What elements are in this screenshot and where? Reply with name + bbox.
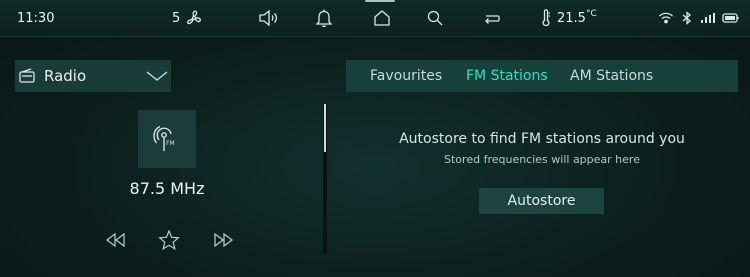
empty-state-subtitle: Stored frequencies will appear here — [444, 153, 640, 166]
clock: 11:30 — [17, 10, 55, 26]
battery-icon — [722, 12, 740, 24]
bluetooth-status — [681, 0, 693, 36]
band-artwork: FM — [138, 110, 196, 168]
home-button[interactable] — [372, 0, 392, 36]
chevron-down-icon — [145, 69, 169, 83]
temperature-value: 21.5 — [557, 10, 586, 26]
fan-speed[interactable]: 5 — [172, 0, 203, 36]
search-icon — [426, 9, 444, 27]
favourite-button[interactable] — [154, 228, 184, 252]
battery-status — [722, 0, 740, 36]
climate-temperature[interactable]: 21.5 °C — [541, 0, 597, 36]
autostore-button[interactable]: Autostore — [479, 188, 604, 214]
frequency-display: 87.5 MHz — [129, 179, 205, 198]
repeat-button[interactable] — [482, 0, 502, 36]
tab-am-stations[interactable]: AM Stations — [570, 60, 653, 92]
scrollbar-thumb[interactable] — [324, 104, 326, 152]
bell-icon — [315, 8, 333, 28]
fan-icon — [185, 9, 203, 27]
band-text: FM — [166, 140, 175, 147]
bluetooth-icon — [681, 11, 693, 25]
tab-fm-stations[interactable]: FM Stations — [466, 60, 548, 92]
star-icon — [158, 229, 180, 251]
wifi-status — [658, 0, 674, 36]
rewind-icon — [104, 233, 126, 247]
thermometer-icon — [541, 8, 551, 28]
radio-icon — [18, 68, 36, 84]
volume-button[interactable] — [258, 0, 280, 36]
source-dropdown[interactable]: Radio — [15, 60, 171, 92]
status-bar: 11:30 5 21.5 °C — [0, 0, 750, 37]
home-icon — [372, 8, 392, 28]
fast-forward-icon — [213, 233, 235, 247]
next-button[interactable] — [209, 228, 239, 252]
tab-favourites[interactable]: Favourites — [370, 60, 442, 92]
band-tabs: Favourites FM Stations AM Stations — [346, 60, 738, 92]
previous-button[interactable] — [100, 228, 130, 252]
volume-icon — [258, 9, 280, 27]
notifications-button[interactable] — [315, 0, 333, 36]
signal-icon — [700, 11, 716, 25]
empty-state-title: Autostore to find FM stations around you — [399, 131, 685, 147]
fan-speed-value: 5 — [172, 10, 181, 26]
fm-radio-icon: FM — [152, 124, 182, 154]
repeat-icon — [482, 10, 502, 26]
signal-status — [700, 0, 716, 36]
search-button[interactable] — [426, 0, 444, 36]
source-label: Radio — [44, 67, 87, 85]
wifi-icon — [658, 11, 674, 25]
temperature-unit: °C — [585, 9, 597, 19]
